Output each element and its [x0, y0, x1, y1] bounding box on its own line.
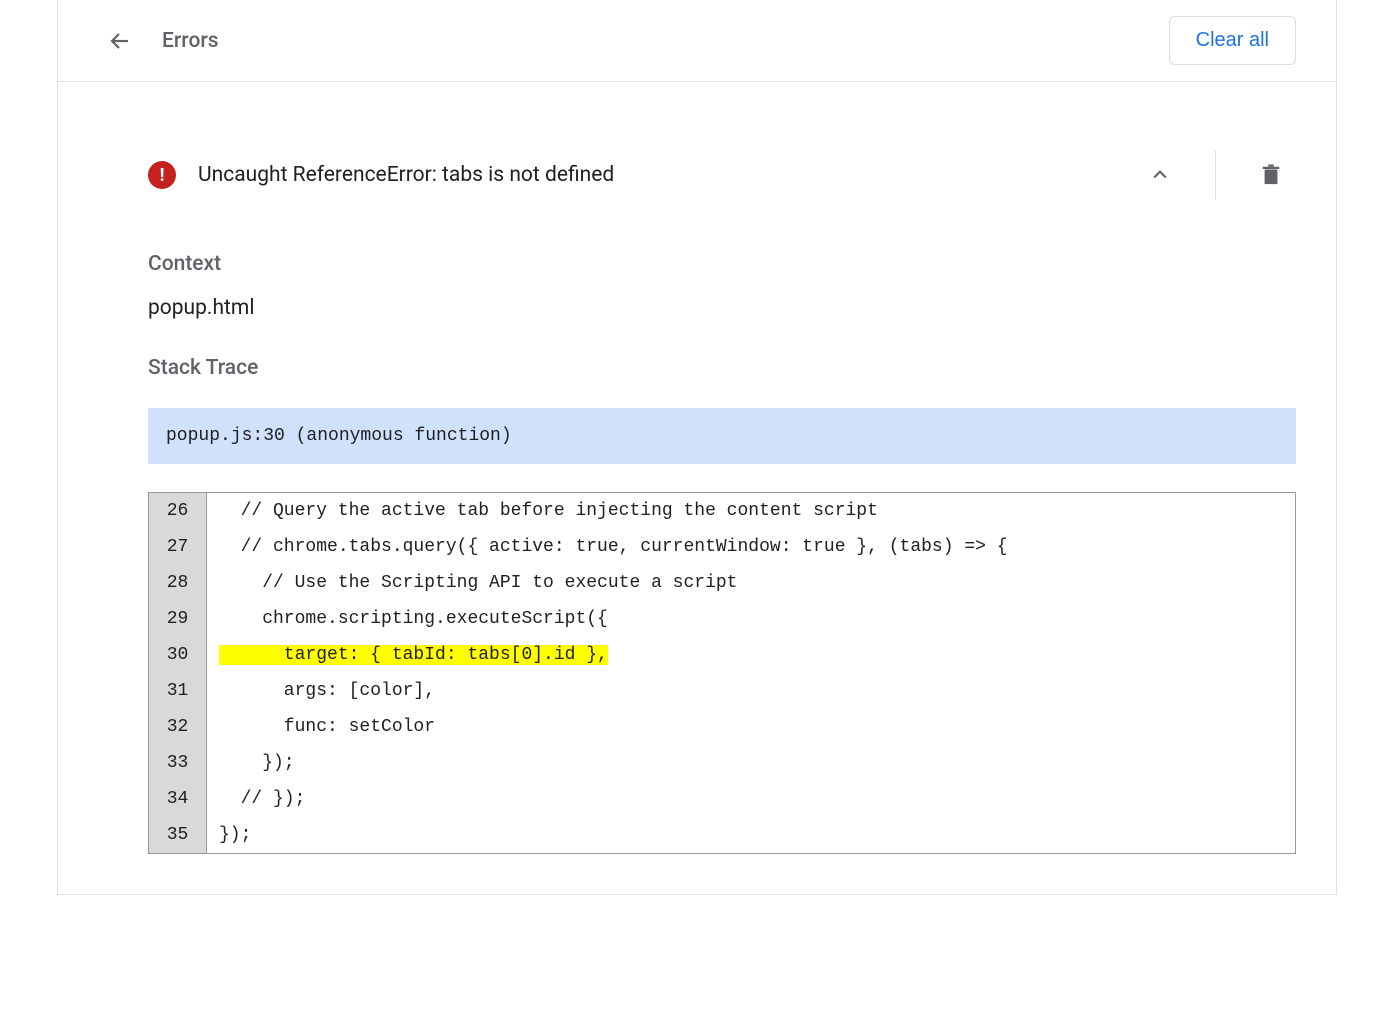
code-row: 28 // Use the Scripting API to execute a… — [149, 565, 1295, 601]
stack-trace-location[interactable]: popup.js:30 (anonymous function) — [148, 408, 1296, 464]
error-icon: ! — [148, 161, 176, 189]
code-line: // chrome.tabs.query({ active: true, cur… — [207, 529, 1295, 565]
header: Errors Clear all — [58, 0, 1336, 82]
page-title: Errors — [162, 29, 219, 53]
line-number: 26 — [149, 493, 207, 529]
code-row: 35}); — [149, 817, 1295, 853]
line-number: 27 — [149, 529, 207, 565]
code-row: 34 // }); — [149, 781, 1295, 817]
code-snippet: 26 // Query the active tab before inject… — [148, 492, 1296, 854]
code-row: 33 }); — [149, 745, 1295, 781]
code-line: func: setColor — [207, 709, 1295, 745]
code-line: }); — [207, 745, 1295, 781]
code-row: 30 target: { tabId: tabs[0].id }, — [149, 637, 1295, 673]
collapse-chevron-icon[interactable] — [1135, 150, 1185, 200]
code-row: 29 chrome.scripting.executeScript({ — [149, 601, 1295, 637]
back-arrow-icon[interactable] — [108, 29, 132, 53]
stack-trace-heading: Stack Trace — [148, 356, 1296, 380]
code-line: // }); — [207, 781, 1295, 817]
line-number: 28 — [149, 565, 207, 601]
trash-icon[interactable] — [1246, 150, 1296, 200]
line-number: 30 — [149, 637, 207, 673]
error-actions — [1135, 150, 1296, 200]
header-left: Errors — [108, 29, 219, 53]
code-line: chrome.scripting.executeScript({ — [207, 601, 1295, 637]
errors-panel: Errors Clear all ! Uncaught ReferenceErr… — [57, 0, 1337, 895]
line-number: 29 — [149, 601, 207, 637]
line-number: 32 — [149, 709, 207, 745]
line-number: 34 — [149, 781, 207, 817]
code-row: 26 // Query the active tab before inject… — [149, 493, 1295, 529]
error-message: Uncaught ReferenceError: tabs is not def… — [198, 163, 614, 187]
code-row: 32 func: setColor — [149, 709, 1295, 745]
line-number: 31 — [149, 673, 207, 709]
context-heading: Context — [148, 252, 1296, 276]
line-number: 35 — [149, 817, 207, 853]
code-line: // Query the active tab before injecting… — [207, 493, 1295, 529]
error-left: ! Uncaught ReferenceError: tabs is not d… — [148, 161, 614, 189]
code-line: target: { tabId: tabs[0].id }, — [207, 637, 1295, 673]
code-line: // Use the Scripting API to execute a sc… — [207, 565, 1295, 601]
line-number: 33 — [149, 745, 207, 781]
divider — [1215, 150, 1216, 200]
error-row: ! Uncaught ReferenceError: tabs is not d… — [148, 122, 1296, 228]
code-line: args: [color], — [207, 673, 1295, 709]
code-row: 27 // chrome.tabs.query({ active: true, … — [149, 529, 1295, 565]
code-row: 31 args: [color], — [149, 673, 1295, 709]
context-value: popup.html — [148, 296, 1296, 320]
content: ! Uncaught ReferenceError: tabs is not d… — [58, 122, 1336, 854]
code-line: }); — [207, 817, 1295, 853]
clear-all-button[interactable]: Clear all — [1169, 16, 1296, 65]
